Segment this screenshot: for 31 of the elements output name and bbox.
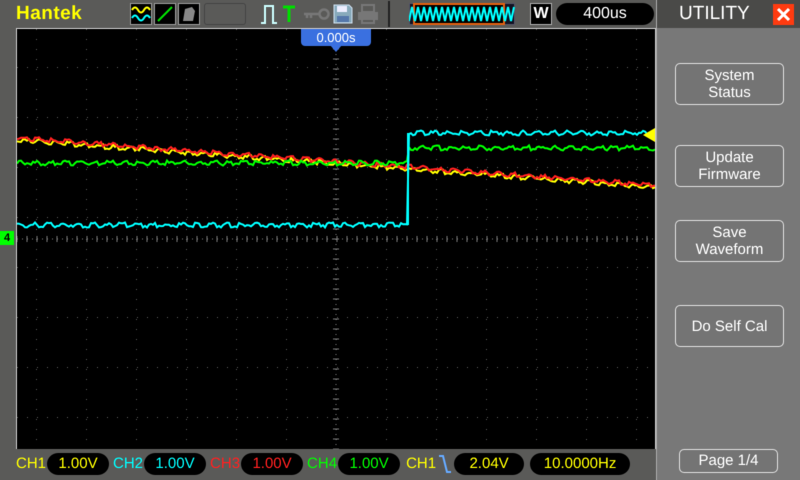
channel-marker: 4 — [0, 231, 14, 245]
channel-label: CH2 — [113, 454, 144, 474]
xy-mode-icon — [154, 3, 176, 25]
timebase-value: 400us — [556, 3, 654, 25]
menu-button[interactable]: Do Self Cal — [675, 305, 784, 347]
brand-logo: Hantek — [16, 2, 84, 26]
menu-button[interactable]: System Status — [675, 63, 784, 105]
window-mode-label: W — [530, 3, 552, 25]
menu-title: UTILITY — [679, 2, 751, 26]
page-button[interactable]: Page 1/4 — [679, 449, 778, 473]
close-icon[interactable] — [773, 4, 794, 24]
key-icon — [304, 8, 330, 20]
waveform-icon — [130, 3, 152, 25]
trigger-t-icon — [282, 5, 296, 23]
channel-label: CH3 — [210, 454, 240, 474]
channel-label: CH4 — [307, 454, 338, 474]
trigger-level: 2.04V — [454, 453, 524, 475]
menu-button[interactable]: Update Firmware — [675, 145, 784, 187]
trigger-frequency: 10.0000Hz — [530, 453, 630, 475]
channel-scale: 1.00V — [47, 453, 110, 475]
channel-scale: 1.00V — [241, 453, 304, 475]
printer-icon — [357, 4, 379, 24]
channel-scale: 1.00V — [144, 453, 206, 475]
channel-label: CH1 — [16, 454, 46, 474]
persistence-icon — [178, 3, 200, 25]
menu-button[interactable]: Save Waveform — [675, 220, 784, 262]
pulse-trigger-icon — [260, 3, 278, 25]
trigger-source: CH1 — [406, 454, 436, 474]
save-icon — [333, 4, 353, 24]
falling-edge-icon — [439, 455, 452, 473]
channel-scale: 1.00V — [338, 453, 400, 475]
